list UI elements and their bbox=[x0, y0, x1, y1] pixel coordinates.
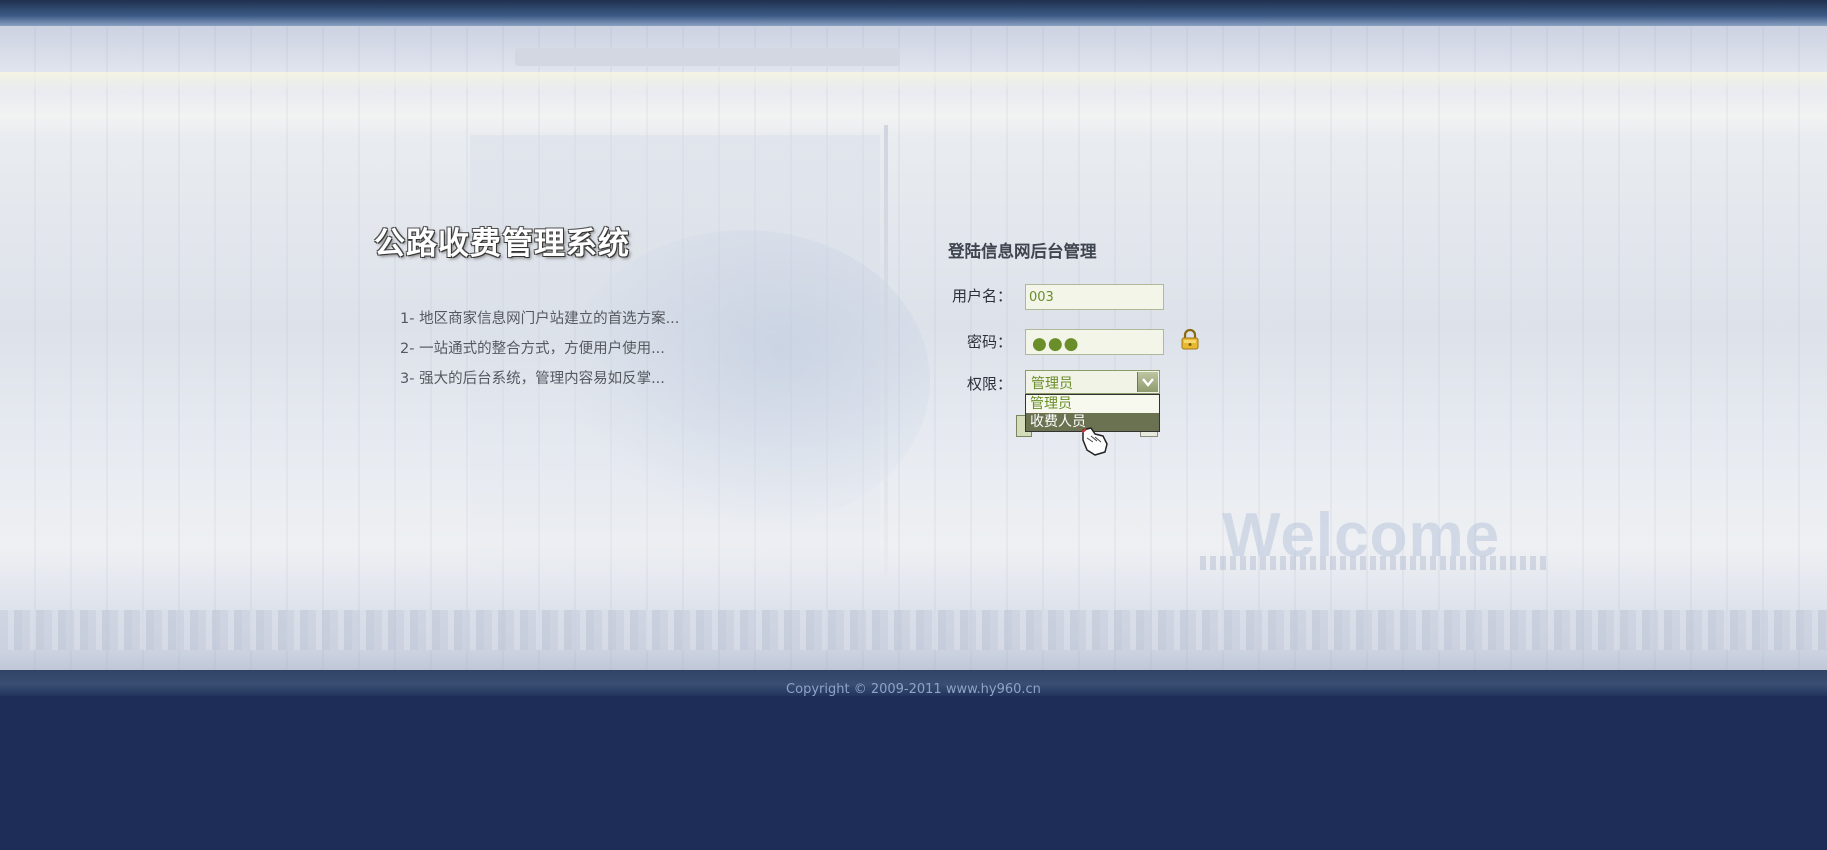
role-option-admin[interactable]: 管理员 bbox=[1026, 395, 1159, 413]
username-label: 用户名： bbox=[951, 287, 1012, 305]
role-select-value: 管理员 bbox=[1031, 376, 1073, 392]
app-title: 公路收费管理系统 bbox=[374, 226, 630, 262]
decorative-bar bbox=[515, 48, 900, 66]
feature-item: 2- 一站通式的整合方式，方便用户使用... bbox=[400, 341, 665, 357]
panel-divider bbox=[884, 125, 888, 575]
top-bar bbox=[0, 0, 1827, 26]
chevron-down-glyph bbox=[1142, 378, 1154, 387]
feature-item: 3- 强大的后台系统，管理内容易如反掌... bbox=[400, 371, 665, 387]
decorative-band-bottom bbox=[0, 610, 1827, 650]
username-input[interactable] bbox=[1025, 284, 1164, 310]
role-select[interactable]: 管理员 bbox=[1025, 370, 1160, 394]
feature-list: 1- 地区商家信息网门户站建立的首选方案... 2- 一站通式的整合方式，方便用… bbox=[400, 307, 679, 397]
hand-pointer-icon bbox=[1081, 427, 1108, 456]
feature-item: 1- 地区商家信息网门户站建立的首选方案... bbox=[400, 311, 680, 327]
lock-icon bbox=[1181, 328, 1199, 350]
role-label: 权限： bbox=[966, 375, 1012, 393]
welcome-reflection bbox=[1200, 556, 1550, 570]
copyright-text: Copyright © 2009-2011 www.hy960.cn bbox=[786, 682, 1041, 697]
login-form-title: 登陆信息网后台管理 bbox=[948, 242, 1097, 261]
decorative-band-top bbox=[0, 72, 1827, 92]
password-label: 密码： bbox=[966, 333, 1012, 351]
chevron-down-icon[interactable] bbox=[1137, 372, 1158, 392]
password-mask: ●●● bbox=[1032, 334, 1080, 354]
